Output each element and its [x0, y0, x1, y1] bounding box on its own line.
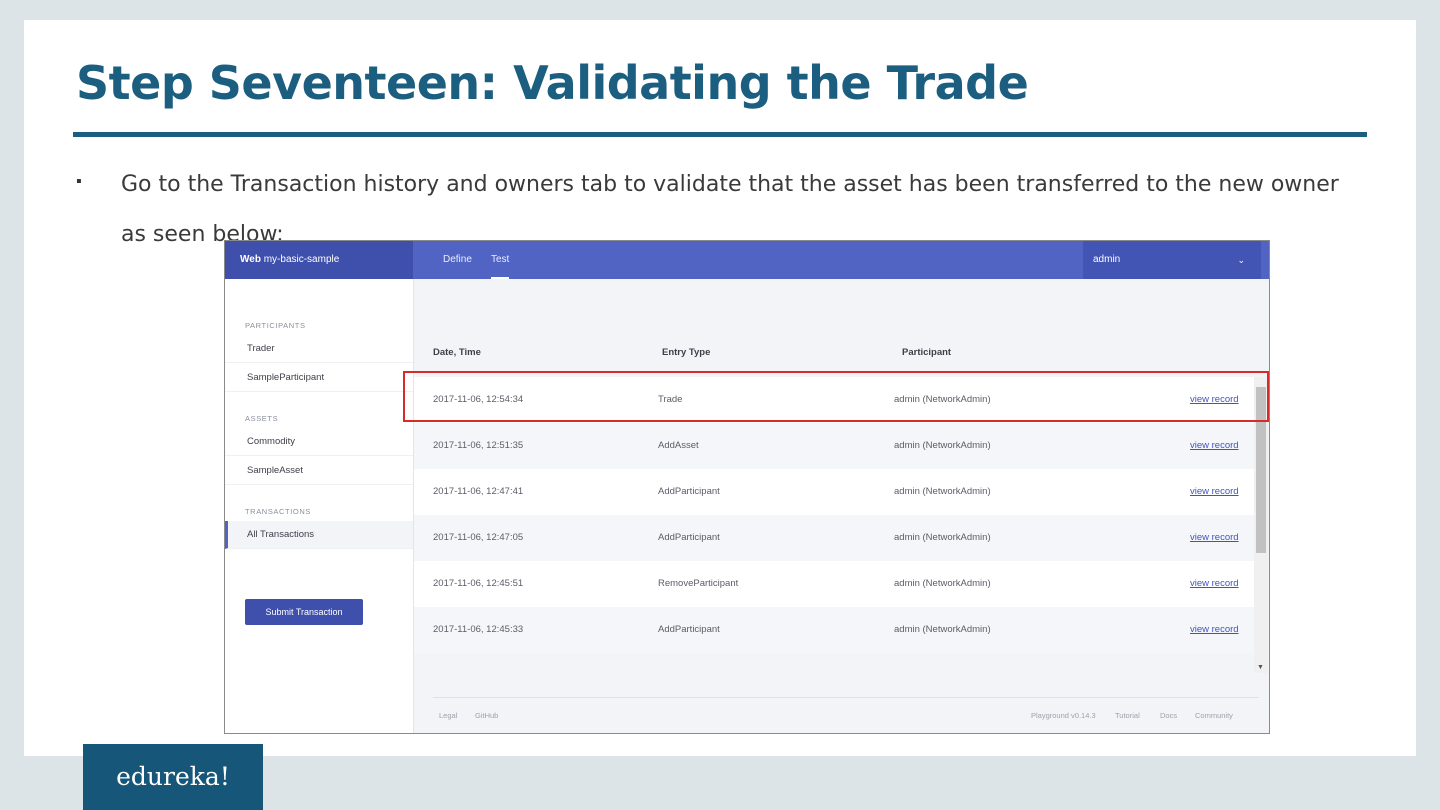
sidebar-heading-participants: PARTICIPANTS — [245, 321, 306, 330]
row-participant: admin (NetworkAdmin) — [894, 532, 991, 543]
user-name: admin — [1093, 254, 1121, 265]
table-row: 2017-11-06, 12:45:51 RemoveParticipant a… — [414, 561, 1254, 607]
footer-link-docs[interactable]: Docs — [1160, 711, 1177, 720]
table-row: 2017-11-06, 12:47:41 AddParticipant admi… — [414, 469, 1254, 515]
sidebar-item-sampleparticipant[interactable]: SampleParticipant — [225, 364, 413, 392]
row-datetime: 2017-11-06, 12:54:34 — [433, 394, 524, 405]
scrollbar-thumb[interactable] — [1256, 387, 1266, 553]
brand-name: my-basic-sample — [263, 254, 340, 265]
table-row: 2017-11-06, 12:45:33 AddParticipant admi… — [414, 607, 1254, 653]
table-row: 2017-11-06, 12:47:05 AddParticipant admi… — [414, 515, 1254, 561]
row-datetime: 2017-11-06, 12:47:41 — [433, 486, 524, 497]
row-participant: admin (NetworkAdmin) — [894, 394, 991, 405]
row-participant: admin (NetworkAdmin) — [894, 624, 991, 635]
row-entry-type: AddParticipant — [658, 624, 720, 635]
row-entry-type: RemoveParticipant — [658, 578, 739, 589]
brand[interactable]: Web my-basic-sample — [225, 241, 413, 279]
brand-bold: Web — [240, 254, 261, 265]
row-entry-type: AddParticipant — [658, 486, 720, 497]
row-entry-type: AddParticipant — [658, 532, 720, 543]
row-participant: admin (NetworkAdmin) — [894, 486, 991, 497]
table-row: 2017-11-06, 12:51:35 AddAsset admin (Net… — [414, 423, 1254, 469]
row-datetime: 2017-11-06, 12:47:05 — [433, 532, 524, 543]
view-record-link[interactable]: view record — [1190, 561, 1239, 607]
column-header-participant: Participant — [902, 347, 952, 358]
view-record-link[interactable]: view record — [1190, 469, 1239, 515]
sidebar-item-sampleasset[interactable]: SampleAsset — [225, 457, 413, 485]
row-participant: admin (NetworkAdmin) — [894, 440, 991, 451]
sidebar: PARTICIPANTS Trader SampleParticipant AS… — [225, 279, 414, 733]
tab-test[interactable]: Test — [491, 241, 510, 279]
sidebar-heading-transactions: TRANSACTIONS — [245, 507, 311, 516]
footer-link-community[interactable]: Community — [1195, 711, 1233, 720]
sidebar-item-all-transactions[interactable]: All Transactions — [225, 521, 413, 549]
app-topbar: Web my-basic-sample Define Test admin ⌄ — [225, 241, 1269, 279]
footer-link-tutorial[interactable]: Tutorial — [1115, 711, 1140, 720]
footer-link-legal[interactable]: Legal — [439, 711, 457, 720]
view-record-link[interactable]: view record — [1190, 607, 1239, 653]
bullet-marker: ▪ — [76, 173, 82, 190]
row-entry-type: Trade — [658, 394, 683, 405]
footer-link-github[interactable]: GitHub — [475, 711, 498, 720]
app-screenshot: Web my-basic-sample Define Test admin ⌄ … — [224, 240, 1270, 734]
table-scrollbar[interactable]: ▼ — [1254, 377, 1268, 673]
submit-transaction-button[interactable]: Submit Transaction — [245, 599, 363, 625]
column-header-datetime: Date, Time — [433, 347, 481, 358]
footer-version: Playground v0.14.3 — [1031, 711, 1096, 720]
edureka-logo: edureka! — [83, 744, 263, 810]
view-record-link[interactable]: view record — [1190, 377, 1239, 423]
row-datetime: 2017-11-06, 12:45:33 — [433, 624, 524, 635]
chevron-down-icon: ⌄ — [1237, 255, 1245, 265]
view-record-link[interactable]: view record — [1190, 423, 1239, 469]
row-entry-type: AddAsset — [658, 440, 699, 451]
sidebar-item-commodity[interactable]: Commodity — [225, 428, 413, 456]
footer-divider — [433, 697, 1259, 698]
scroll-down-icon[interactable]: ▼ — [1257, 664, 1264, 671]
row-participant: admin (NetworkAdmin) — [894, 578, 991, 589]
tab-define[interactable]: Define — [443, 241, 472, 279]
column-header-entry-type: Entry Type — [662, 347, 711, 358]
slide: Step Seventeen: Validating the Trade ▪ G… — [24, 20, 1416, 756]
slide-title: Step Seventeen: Validating the Trade — [76, 56, 1029, 110]
row-datetime: 2017-11-06, 12:45:51 — [433, 578, 524, 589]
row-datetime: 2017-11-06, 12:51:35 — [433, 440, 524, 451]
title-rule — [73, 132, 1367, 137]
table-row: 2017-11-06, 12:54:34 Trade admin (Networ… — [414, 377, 1254, 423]
sidebar-heading-assets: ASSETS — [245, 414, 279, 423]
sidebar-item-trader[interactable]: Trader — [225, 335, 413, 363]
user-menu[interactable]: admin ⌄ — [1083, 241, 1261, 279]
view-record-link[interactable]: view record — [1190, 515, 1239, 561]
